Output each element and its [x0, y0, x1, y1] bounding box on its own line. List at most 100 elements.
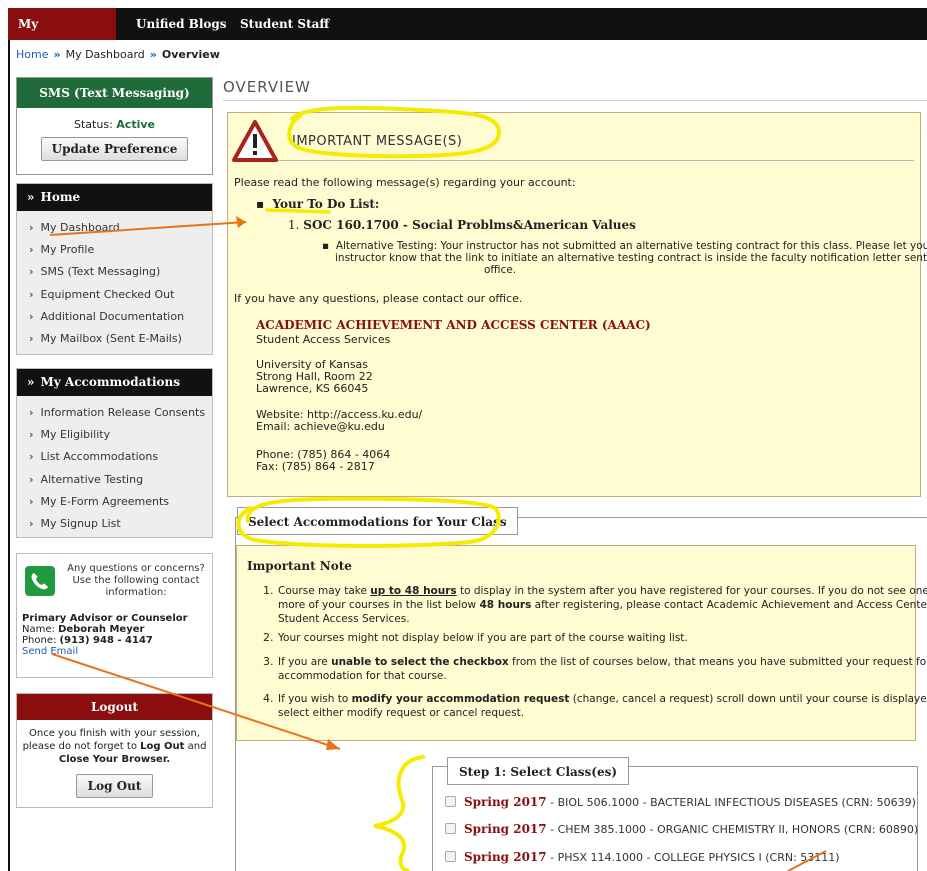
note-item-4: If you wish to modify your accommodation…	[278, 692, 927, 720]
home-menu-header[interactable]: » Home	[17, 184, 212, 211]
contact-phone: (913) 948 - 4147	[59, 635, 153, 646]
menu-item-alternative-testing[interactable]: › Alternative Testing	[17, 469, 212, 491]
note-text: If you are	[278, 656, 332, 668]
home-menu-list: › My Dashboard › My Profile › SMS (Text Mes…	[17, 211, 212, 354]
breadcrumb-home[interactable]: Home	[16, 48, 48, 61]
note-emphasis: unable to select the checkbox	[331, 656, 509, 668]
menu-item-mailbox[interactable]: › My Mailbox (Sent E-Mails)	[17, 328, 212, 350]
contact-intro-line: Any questions or concerns?	[67, 563, 205, 574]
contact-name: Deborah Meyer	[58, 624, 145, 635]
breadcrumb-separator: »	[149, 48, 157, 61]
class-checkbox[interactable]	[445, 796, 456, 807]
logout-text-line: and	[184, 741, 207, 752]
note-text: If you wish to	[278, 693, 352, 705]
home-menu-panel: » Home › My Dashboard › My Profile › SMS (Te…	[16, 183, 213, 355]
note-number: 1.	[263, 584, 274, 597]
menu-item-label: My Eligibility	[40, 428, 111, 442]
update-preference-button[interactable]: Update Preference	[40, 137, 189, 161]
top-navigation: My Dashboard Unified Blogs Student Staff	[8, 8, 927, 63]
menu-item-label: List Accommodations	[40, 450, 159, 464]
nav-my-dashboard[interactable]: My Dashboard	[8, 8, 116, 63]
important-note-box: Important Note 1. Course may take up to …	[236, 545, 927, 741]
org-phones: Phone: (785) 864 - 4064 Fax: (785) 864 -…	[256, 449, 390, 473]
menu-item-label: My Mailbox (Sent E-Mails)	[40, 331, 182, 345]
contact-intro-line: information:	[105, 587, 167, 598]
address-line: Lawrence, KS 66045	[256, 382, 369, 395]
sms-status-label: Status:	[74, 118, 113, 131]
note-number: 4.	[263, 692, 274, 705]
menu-item-label: My Signup List	[40, 516, 121, 530]
contact-panel: Any questions or concerns? Use the follo…	[16, 553, 213, 678]
class-description: - BIOL 506.1000 - BACTERIAL INFECTIOUS D…	[546, 796, 916, 809]
class-checkbox[interactable]	[445, 823, 456, 834]
todo-detail-line: office.	[484, 264, 517, 276]
menu-item-release-consents[interactable]: › Information Release Consents	[17, 402, 212, 424]
class-row[interactable]: Spring 2017 - BIOL 506.1000 - BACTERIAL …	[445, 794, 916, 810]
sms-panel-title: SMS (Text Messaging)	[17, 78, 212, 108]
class-checkbox[interactable]	[445, 851, 456, 862]
menu-item-label: Additional Documentation	[40, 309, 185, 323]
logout-text-line: please do not forget to	[22, 741, 141, 752]
note-number: 3.	[263, 655, 274, 668]
message-intro: Please read the following message(s) reg…	[234, 176, 576, 189]
todo-detail: ▪ Alternative Testing: Your instructor h…	[322, 240, 927, 276]
breadcrumb-my-dashboard[interactable]: My Dashboard	[66, 48, 145, 61]
note-text: to display in the system after you have …	[456, 585, 927, 597]
chevron-right-icon: ›	[29, 450, 34, 464]
note-text: select either modify request or cancel r…	[278, 707, 525, 719]
step1-legend: Step 1: Select Class(es)	[447, 757, 630, 785]
org-fax: Fax: (785) 864 - 2817	[256, 460, 375, 473]
menu-item-sms[interactable]: › SMS (Text Messaging)	[17, 261, 212, 283]
class-term: Spring 2017	[464, 822, 547, 836]
menu-item-eligibility[interactable]: › My Eligibility	[17, 424, 212, 446]
log-out-button[interactable]: Log Out	[75, 774, 154, 798]
org-dept: Student Access Services	[256, 333, 391, 346]
page-title: OVERVIEW	[223, 78, 311, 96]
menu-item-label: Information Release Consents	[40, 406, 206, 419]
menu-item-signup-list[interactable]: › My Signup List	[17, 513, 212, 535]
accommodations-menu-panel: » My Accommodations › Information Release …	[16, 368, 213, 538]
breadcrumb-current: Overview	[161, 48, 220, 61]
todo-detail-line: Alternative Testing: Your instructor has…	[335, 240, 927, 252]
accommodations-menu-list: › Information Release Consents › My Eligib…	[17, 396, 212, 537]
logout-panel: Logout Once you finish with your session…	[16, 693, 213, 808]
menu-item-eform-agreements[interactable]: › My E-Form Agreements	[17, 491, 212, 513]
menu-item-label: My E-Form Agreements	[40, 494, 169, 508]
note-emphasis: modify your accommodation request	[351, 693, 570, 705]
menu-item-equipment[interactable]: › Equipment Checked Out	[17, 284, 212, 306]
org-name: ACADEMIC ACHIEVEMENT AND ACCESS CENTER (…	[256, 318, 651, 332]
chevron-right-icon: ›	[29, 221, 34, 234]
menu-item-my-profile[interactable]: › My Profile	[17, 239, 212, 261]
menu-item-label: SMS (Text Messaging)	[40, 265, 161, 279]
menu-item-my-dashboard[interactable]: › My Dashboard	[17, 217, 212, 239]
phone-icon	[25, 566, 55, 596]
chevron-right-icon: ›	[29, 265, 34, 279]
class-row[interactable]: Spring 2017 - CHEM 385.1000 - ORGANIC CH…	[445, 821, 918, 837]
org-address: University of Kansas Strong Hall, Room 2…	[256, 359, 373, 395]
class-description: - PHSX 114.1000 - COLLEGE PHYSICS I (CRN…	[546, 851, 840, 864]
menu-item-list-accommodations[interactable]: › List Accommodations	[17, 446, 212, 468]
note-text: after registering, please contact Academ…	[531, 599, 927, 611]
class-row[interactable]: Spring 2017 - PHSX 114.1000 - COLLEGE PH…	[445, 849, 840, 865]
note-text: accommodation for that course.	[278, 670, 447, 682]
nav-unified-blogs[interactable]: Unified Blogs	[126, 8, 237, 40]
note-emphasis: 48 hours	[479, 599, 532, 611]
message-divider	[278, 160, 914, 161]
send-email-link[interactable]: Send Email	[22, 646, 78, 657]
note-item-2: Your courses might not display below if …	[278, 632, 688, 644]
menu-item-label: Alternative Testing	[40, 472, 144, 486]
org-email: Email: achieve@ku.edu	[256, 420, 385, 433]
breadcrumb: Home » My Dashboard » Overview	[16, 48, 220, 61]
nav-student-staff[interactable]: Student Staff	[230, 8, 339, 40]
chevron-right-icon: ›	[29, 406, 34, 419]
menu-item-additional-docs[interactable]: › Additional Documentation	[17, 306, 212, 328]
select-accommodations-legend: Select Accommodations for Your Class	[237, 507, 518, 535]
contact-phone-label: Phone:	[22, 635, 57, 646]
important-message-box: IMPORTANT MESSAGE(S) Please read the fol…	[227, 112, 927, 497]
double-chevron-down-icon: »	[27, 190, 35, 204]
title-divider	[223, 100, 927, 101]
accommodations-menu-title: My Accommodations	[40, 375, 181, 389]
accommodations-menu-header[interactable]: » My Accommodations	[17, 369, 212, 396]
chevron-right-icon: ›	[29, 516, 34, 530]
todo-course: 1. SOC 160.1700 - Social Problms&America…	[288, 218, 636, 232]
